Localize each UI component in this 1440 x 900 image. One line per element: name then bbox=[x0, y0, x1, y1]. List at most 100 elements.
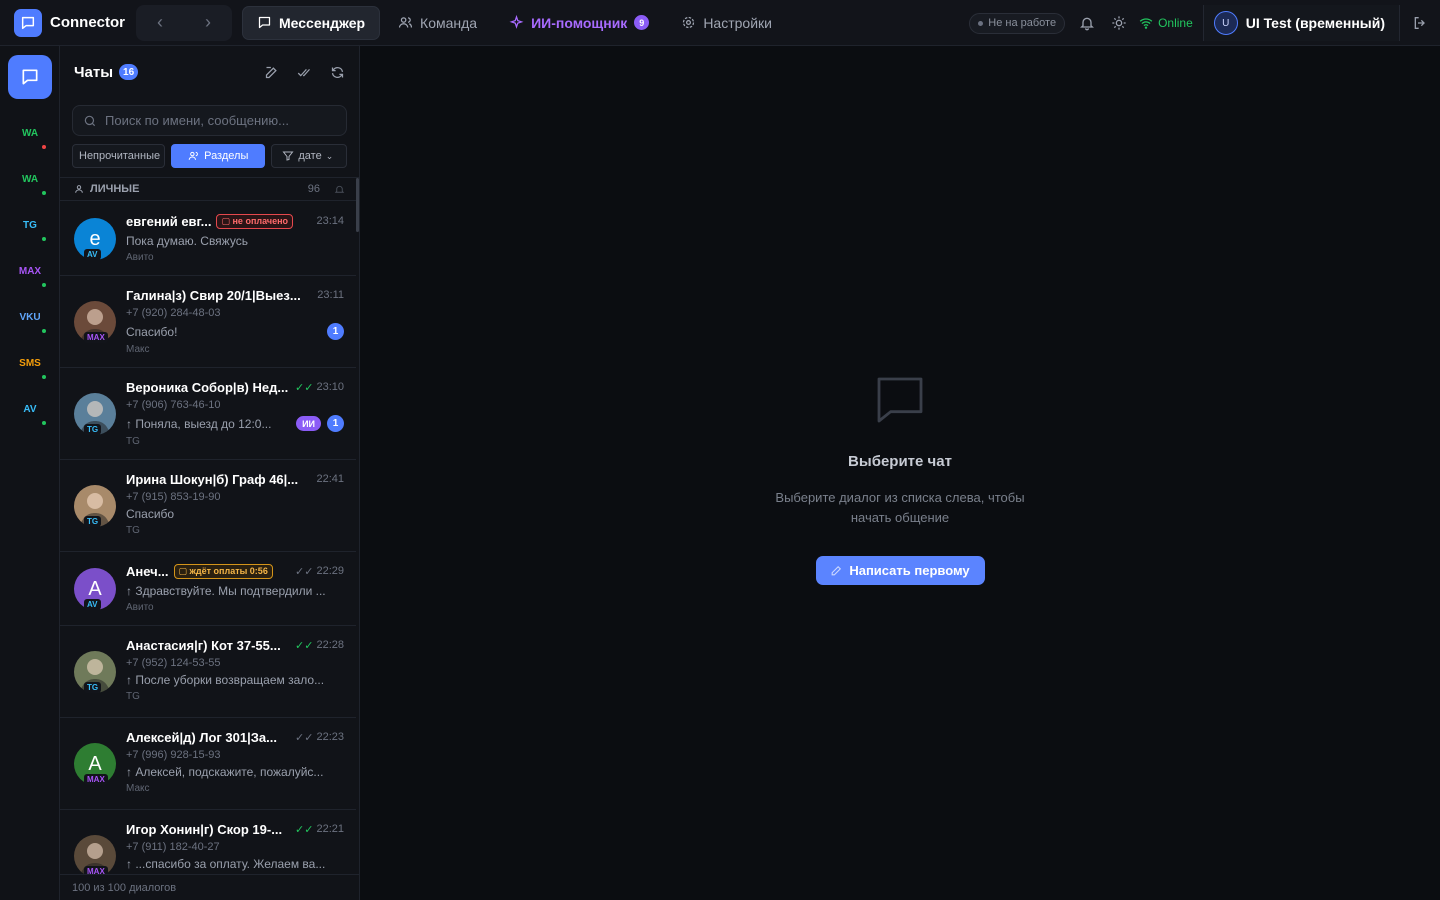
channel-item-sms[interactable]: SMS bbox=[0, 358, 60, 369]
double-check-icon: ✓✓ bbox=[295, 823, 314, 836]
chat-list-scrollbar[interactable] bbox=[356, 178, 359, 232]
channel-item-tg[interactable]: TG bbox=[0, 220, 60, 231]
contact-phone: +7 (920) 284-48-03 bbox=[126, 307, 221, 319]
notifications-button[interactable] bbox=[1071, 7, 1103, 39]
double-check-icon: ✓✓ bbox=[295, 639, 314, 652]
channel-item-wa[interactable]: WA bbox=[0, 128, 60, 139]
last-message-text: ↑ После уборки возвращаем зало... bbox=[126, 673, 325, 687]
source-tag: TG bbox=[84, 682, 102, 693]
channel-item-av[interactable]: AV bbox=[0, 404, 60, 415]
last-message-text: ↑ ...спасибо за оплату. Желаем ва... bbox=[126, 857, 326, 871]
time-text: 23:11 bbox=[317, 289, 344, 301]
chat-view: Выберите чат Выберите диалог из списка с… bbox=[360, 46, 1440, 900]
compose-icon bbox=[831, 565, 842, 576]
last-message-text: Спасибо! bbox=[126, 324, 178, 339]
user-menu[interactable]: U UI Test (временный) bbox=[1202, 5, 1400, 41]
user-name: UI Test (временный) bbox=[1245, 15, 1385, 31]
last-message-text: ↑ Поняла, выезд до 12:0... bbox=[126, 416, 272, 431]
last-message-text: Спасибо bbox=[126, 507, 175, 521]
chat-icon bbox=[258, 16, 271, 29]
channel-item-vku[interactable]: VKU bbox=[0, 312, 60, 323]
chat-list-item[interactable]: A AV Анеч... ▢ ждёт оплаты 0:56 ✓✓ 22:29 ↑ Здр… bbox=[60, 552, 356, 626]
section-count: 96 bbox=[307, 183, 320, 195]
tab-team[interactable]: Команда bbox=[384, 6, 491, 40]
contact-name: Анастасия|г) Кот 37-55... bbox=[126, 637, 281, 653]
chat-list-item[interactable]: TG Анастасия|г) Кот 37-55... ✓✓ 22:28 +7 (95… bbox=[60, 626, 356, 718]
channel-item-max[interactable]: MAX bbox=[0, 266, 60, 277]
filter-unread-button[interactable]: Непрочитанные bbox=[72, 144, 166, 168]
write-first-button[interactable]: Написать первому bbox=[815, 556, 985, 585]
back-arrow-icon[interactable]: ‹ bbox=[157, 12, 163, 33]
unread-count-badge: 1 bbox=[327, 415, 344, 432]
chat-time: ✓✓ 22:23 bbox=[295, 731, 344, 744]
brand[interactable]: Connector bbox=[0, 8, 136, 37]
mark-read-icon[interactable] bbox=[297, 65, 312, 80]
status-dot bbox=[978, 20, 984, 26]
chat-list-item[interactable]: A MAX Алексей|д) Лог 301|За... ✓✓ 22:23 +7 (9… bbox=[60, 718, 356, 810]
chat-list-item[interactable]: TG Вероника Собор|в) Нед... ✓✓ 23:10 +7 (906… bbox=[60, 368, 356, 460]
chat-list-title: Чаты bbox=[74, 63, 114, 81]
chevron-down-icon: ⌄ bbox=[325, 150, 334, 161]
work-status-label: Не на работе bbox=[988, 17, 1057, 29]
channel-status-dot bbox=[42, 145, 46, 149]
chat-list-panel: Чаты 16 Непрочитанные Разделы дате ⌄ ЛИЧ… bbox=[60, 46, 360, 900]
last-message: Спасибо! 1 bbox=[126, 323, 344, 340]
avatar-initial: A bbox=[88, 752, 102, 775]
chat-row-header: Алексей|д) Лог 301|За... ✓✓ 22:23 bbox=[126, 728, 344, 746]
sort-dropdown[interactable]: дате ⌄ bbox=[271, 144, 347, 168]
bell-icon[interactable] bbox=[334, 184, 345, 195]
work-status-toggle[interactable]: Не на работе bbox=[969, 12, 1066, 34]
refresh-icon[interactable] bbox=[330, 65, 345, 80]
section-header-personal[interactable]: ЛИЧНЫЕ 96 bbox=[60, 177, 359, 201]
channel-item-wa[interactable]: WA bbox=[0, 174, 60, 185]
filter-sections-button[interactable]: Разделы bbox=[171, 144, 266, 168]
chat-list-item[interactable]: e AV евгений евг... ▢ не оплачено 23:14 Пока … bbox=[60, 202, 356, 276]
avatar-initial: e bbox=[89, 227, 101, 250]
forward-arrow-icon[interactable]: › bbox=[205, 12, 211, 33]
last-message: Пока думаю. Свяжусь bbox=[126, 234, 344, 248]
payment-status-badge: ▢ не оплачено bbox=[216, 213, 294, 229]
search-input[interactable] bbox=[105, 113, 335, 128]
double-check-icon: ✓✓ bbox=[295, 381, 314, 394]
online-label: Online bbox=[1158, 16, 1193, 30]
payment-status-text: не оплачено bbox=[232, 215, 289, 226]
contact-phone: +7 (915) 853-19-90 bbox=[126, 491, 221, 503]
contact-name: Ирина Шокун|б) Граф 46|... bbox=[126, 471, 299, 487]
sparkle-icon bbox=[509, 15, 524, 29]
tab-settings[interactable]: Настройки bbox=[667, 6, 786, 40]
chat-list-item[interactable]: TG Ирина Шокун|б) Граф 46|... 22:41 +7 (915… bbox=[60, 460, 356, 552]
empty-state: Выберите чат Выберите диалог из списка с… bbox=[360, 372, 1440, 585]
all-chats-button[interactable] bbox=[8, 55, 52, 99]
time-text: 22:28 bbox=[316, 639, 344, 651]
time-text: 22:29 bbox=[316, 565, 344, 577]
source-tag: TG bbox=[84, 516, 102, 527]
contact-phone: +7 (996) 928-15-93 bbox=[126, 749, 221, 761]
chat-list-item[interactable]: MAX Игор Хонин|г) Скор 19-... ✓✓ 22:21 +7 (9… bbox=[60, 810, 356, 874]
chat-list-item[interactable]: MAX Галина|з) Свир 20/1|Выез... 23:11 +7 (9… bbox=[60, 276, 356, 368]
logout-button[interactable] bbox=[1404, 7, 1436, 39]
time-text: 22:23 bbox=[316, 731, 344, 743]
header-actions bbox=[264, 65, 345, 80]
ai-badge: ИИ bbox=[296, 416, 321, 431]
source-tag: AV bbox=[84, 249, 101, 260]
history-nav: ‹ › bbox=[136, 4, 232, 41]
channel-status-dot bbox=[42, 329, 46, 333]
app-name: Connector bbox=[50, 14, 125, 31]
contact-phone: +7 (911) 182-40-27 bbox=[126, 841, 220, 853]
theme-toggle-button[interactable] bbox=[1103, 7, 1135, 39]
top-bar: Connector ‹ › Мессенджер Команда ИИ-помо… bbox=[0, 0, 1440, 46]
compose-icon[interactable] bbox=[264, 65, 279, 80]
chat-row-header: Анастасия|г) Кот 37-55... ✓✓ 22:28 bbox=[126, 636, 344, 654]
tab-ai-assistant[interactable]: ИИ-помощник 9 bbox=[495, 6, 663, 40]
chat-source: Авито bbox=[126, 252, 154, 263]
chat-row-header: Игор Хонин|г) Скор 19-... ✓✓ 22:21 bbox=[126, 820, 344, 838]
chat-time: ✓✓ 22:21 bbox=[295, 823, 344, 836]
sun-icon bbox=[1112, 16, 1126, 30]
time-text: 22:21 bbox=[316, 823, 344, 835]
tab-label: Команда bbox=[420, 14, 478, 31]
tab-messenger[interactable]: Мессенджер bbox=[242, 5, 381, 40]
payment-status-badge: ▢ ждёт оплаты 0:56 bbox=[173, 563, 273, 579]
last-message: ↑ Алексей, подскажите, пожалуйс... bbox=[126, 765, 344, 779]
chat-items: e AV евгений евг... ▢ не оплачено 23:14 Пока … bbox=[60, 202, 356, 874]
search-box[interactable] bbox=[72, 105, 347, 136]
